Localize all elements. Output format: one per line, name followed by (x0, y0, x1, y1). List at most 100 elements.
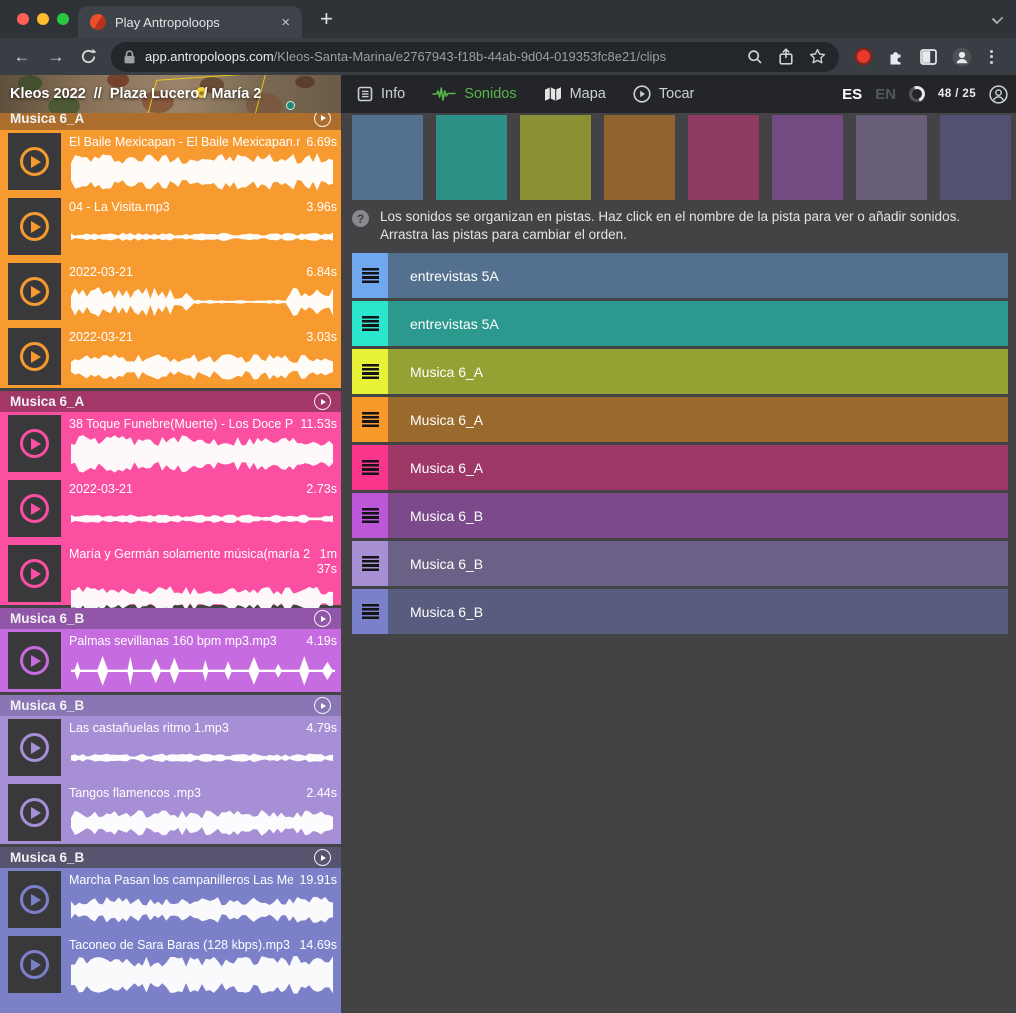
track-drag-handle[interactable] (352, 589, 388, 634)
nav-tab-info[interactable]: Info (357, 86, 405, 102)
audio-clip: Taconeo de Sara Baras (128 kbps).mp314.6… (0, 933, 341, 996)
zoom-search-icon[interactable] (747, 49, 763, 65)
clip-section-header[interactable]: Musica 6_B (0, 695, 341, 716)
section-expand-icon[interactable] (314, 849, 331, 866)
address-bar[interactable]: app.antropoloops.com/Kleos-Santa-Marina/… (111, 42, 839, 72)
browser-tabstrip: Play Antropoloops × + (0, 0, 1016, 38)
track-row[interactable]: entrevistas 5A (352, 301, 1008, 346)
track-color-swatch (352, 115, 423, 200)
tab-search-chevron-icon[interactable] (992, 13, 1003, 24)
close-window-button[interactable] (17, 13, 29, 25)
audio-clip: Palmas sevillanas 160 bpm mp3.mp34.19s (0, 629, 341, 692)
section-expand-icon[interactable] (314, 113, 331, 127)
track-row[interactable]: Musica 6_B (352, 541, 1008, 586)
clip-play-button[interactable] (8, 784, 61, 841)
track-name: Musica 6_B (410, 556, 483, 572)
track-row[interactable]: Musica 6_B (352, 493, 1008, 538)
track-drag-handle[interactable] (352, 493, 388, 538)
section-expand-icon[interactable] (314, 610, 331, 627)
clip-play-button[interactable] (8, 328, 61, 385)
appbar-right-controls: ES EN 48 / 25 (842, 75, 1008, 113)
map-banner[interactable]: Kleos 2022 // Plaza Lucero / María 2 (0, 75, 341, 113)
back-button[interactable]: ← (12, 47, 32, 67)
track-drag-handle[interactable] (352, 301, 388, 346)
extensions-puzzle-icon[interactable] (887, 48, 905, 66)
track-drag-handle[interactable] (352, 445, 388, 490)
track-color-swatch (856, 115, 927, 200)
track-drag-handle[interactable] (352, 541, 388, 586)
track-drag-handle[interactable] (352, 397, 388, 442)
track-row[interactable]: Musica 6_B (352, 589, 1008, 634)
share-icon[interactable] (778, 48, 794, 65)
soundwave-icon (432, 86, 456, 102)
play-icon (20, 342, 49, 371)
clip-section-header[interactable]: Musica 6_B (0, 847, 341, 868)
track-name-area[interactable]: Musica 6_B (388, 541, 1008, 586)
browser-menu-kebab-icon[interactable] (987, 50, 996, 64)
track-name-area[interactable]: Musica 6_B (388, 589, 1008, 634)
side-panel-icon[interactable] (920, 49, 937, 65)
clip-section-header[interactable]: Musica 6_A (0, 391, 341, 412)
nav-tab-tocar[interactable]: Tocar (633, 85, 694, 103)
clip-section-header[interactable]: Musica 6_B (0, 608, 341, 629)
url-text: app.antropoloops.com/Kleos-Santa-Marina/… (145, 49, 737, 64)
clip-title: 04 - La Visita.mp3 (69, 200, 170, 215)
track-name-area[interactable]: Musica 6_B (388, 493, 1008, 538)
account-icon[interactable] (989, 85, 1008, 104)
track-row[interactable]: entrevistas 5A (352, 253, 1008, 298)
new-tab-button[interactable]: + (320, 7, 333, 31)
clip-play-button[interactable] (8, 632, 61, 689)
tab-close-icon[interactable]: × (281, 15, 290, 30)
clip-play-button[interactable] (8, 545, 61, 602)
audio-clip: Las castañuelas ritmo 1.mp34.79s (0, 716, 341, 779)
nav-tab-sonidos[interactable]: Sonidos (432, 86, 516, 102)
bookmark-star-icon[interactable] (809, 48, 826, 65)
lang-es-button[interactable]: ES (842, 86, 862, 103)
track-drag-handle[interactable] (352, 349, 388, 394)
clip-play-button[interactable] (8, 198, 61, 255)
track-row[interactable]: Musica 6_A (352, 349, 1008, 394)
clip-title: Tangos flamencos .mp3 (69, 786, 201, 801)
map-marker-icon (286, 101, 295, 110)
track-color-swatch (940, 115, 1011, 200)
nav-tab-mapa[interactable]: Mapa (544, 86, 606, 102)
clip-title: Las castañuelas ritmo 1.mp3 (69, 721, 229, 736)
section-expand-icon[interactable] (314, 393, 331, 410)
reload-button[interactable] (80, 48, 97, 65)
drag-handle-icon (362, 508, 379, 523)
track-drag-handle[interactable] (352, 253, 388, 298)
clip-waveform (69, 499, 337, 539)
clip-play-button[interactable] (8, 719, 61, 776)
clip-play-button[interactable] (8, 936, 61, 993)
clip-play-button[interactable] (8, 415, 61, 472)
track-color-swatch (688, 115, 759, 200)
track-row[interactable]: Musica 6_A (352, 397, 1008, 442)
forward-button[interactable]: → (46, 47, 66, 67)
track-color-swatch (436, 115, 507, 200)
record-extension-icon[interactable] (857, 50, 870, 63)
zoom-window-button[interactable] (57, 13, 69, 25)
audio-clip: 04 - La Visita.mp33.96s (0, 195, 341, 258)
track-name-area[interactable]: Musica 6_A (388, 349, 1008, 394)
clip-play-button[interactable] (8, 133, 61, 190)
track-color-swatch (772, 115, 843, 200)
track-name: Musica 6_A (410, 412, 483, 428)
clip-duration: 6.84s (306, 265, 337, 280)
track-name-area[interactable]: Musica 6_A (388, 445, 1008, 490)
track-row[interactable]: Musica 6_A (352, 445, 1008, 490)
lang-en-button[interactable]: EN (875, 86, 896, 103)
minimize-window-button[interactable] (37, 13, 49, 25)
clip-play-button[interactable] (8, 263, 61, 320)
clip-waveform (69, 955, 337, 995)
track-name-area[interactable]: entrevistas 5A (388, 253, 1008, 298)
nav-label-sonidos: Sonidos (464, 86, 516, 102)
section-expand-icon[interactable] (314, 697, 331, 714)
browser-profile-avatar[interactable] (952, 47, 972, 67)
track-name-area[interactable]: Musica 6_A (388, 397, 1008, 442)
clip-section-header[interactable]: Musica 6_A (0, 113, 341, 130)
clip-play-button[interactable] (8, 871, 61, 928)
track-name-area[interactable]: entrevistas 5A (388, 301, 1008, 346)
clip-play-button[interactable] (8, 480, 61, 537)
browser-tab[interactable]: Play Antropoloops × (78, 6, 302, 38)
track-color-swatch (520, 115, 591, 200)
